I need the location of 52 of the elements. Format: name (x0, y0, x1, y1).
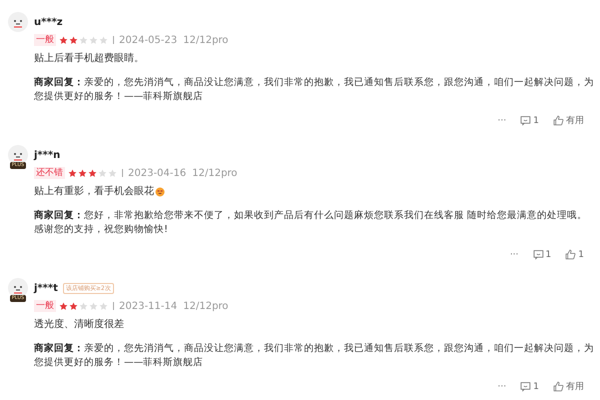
avatar-icon (8, 145, 28, 165)
like-button[interactable]: 1 (565, 249, 584, 260)
more-button[interactable]: ··· (498, 116, 506, 126)
thumbs-up-icon (565, 249, 576, 260)
product-model: 12/12pro (183, 34, 228, 46)
star-icon (78, 168, 87, 178)
username: j***n (34, 150, 60, 160)
product-model: 12/12pro (183, 300, 228, 312)
rating-label: 一般 (34, 300, 56, 312)
star-icon (69, 36, 78, 44)
star-icon (98, 168, 107, 178)
review-text: 透光度、清晰度很差 (34, 318, 124, 332)
star-icon (79, 302, 88, 310)
review-date: 2023-11-14 (119, 300, 178, 312)
product-model: 12/12pro (192, 168, 238, 178)
more-button[interactable]: ··· (498, 382, 506, 392)
comment-icon (520, 115, 532, 126)
star-icon (89, 36, 98, 44)
thumbs-up-icon (553, 115, 564, 126)
merchant-reply: 商家回复：亲爱的，您先消消气，商品没让您满意，我们非常的抱歉，我已通知售后联系您，跟您沟通，咱们一起解决问题，为您提供更好的服务！——菲科斯旗舰店 (34, 76, 594, 104)
star-icon (79, 36, 88, 44)
merchant-reply: 商家回复：亲爱的，您先消消气，商品没让您满意，我们非常的抱歉，我已通知售后联系您，跟您沟通，咱们一起解决问题，为您提供更好的服务！——菲科斯旗舰店 (34, 342, 594, 370)
star-icon (59, 36, 68, 44)
review-date: 2023-04-16 (128, 168, 186, 178)
comment-button[interactable]: 1 (532, 249, 552, 260)
star-icon (99, 36, 108, 44)
emoji-icon (155, 187, 165, 197)
merchant-reply: 商家回复：您好，非常抱歉给您带来不便了，如果收到产品后有什么问题麻烦您联系我们在线客服 随时给您最满意的处理哦。感谢您的支持，祝您购物愉快! (34, 209, 588, 237)
thumbs-up-icon (553, 381, 564, 392)
like-button[interactable]: 有用 (553, 380, 584, 393)
rating-label: 还不错 (34, 167, 65, 179)
star-icon (68, 168, 77, 178)
username: u***z (34, 16, 63, 28)
star-icon (108, 168, 117, 178)
comment-icon (520, 381, 532, 392)
star-icon (88, 168, 97, 178)
comment-button[interactable]: 1 (520, 381, 539, 392)
avatar-icon (8, 12, 28, 32)
avatar-icon (8, 278, 28, 298)
review-date: 2024-05-23 (119, 34, 178, 46)
star-icon (69, 302, 78, 310)
comment-icon (532, 249, 544, 260)
username: j***t (34, 282, 58, 294)
star-icon (99, 302, 108, 310)
comment-button[interactable]: 1 (520, 115, 539, 126)
review-text: 贴上有重影，看手机会眼花 (34, 185, 154, 199)
like-button[interactable]: 有用 (553, 114, 584, 127)
more-button[interactable]: ··· (510, 250, 519, 260)
star-icon (89, 302, 98, 310)
rating-label: 一般 (34, 34, 56, 46)
review-text: 贴上后看手机超费眼睛。 (34, 52, 144, 66)
star-icon (59, 302, 68, 310)
